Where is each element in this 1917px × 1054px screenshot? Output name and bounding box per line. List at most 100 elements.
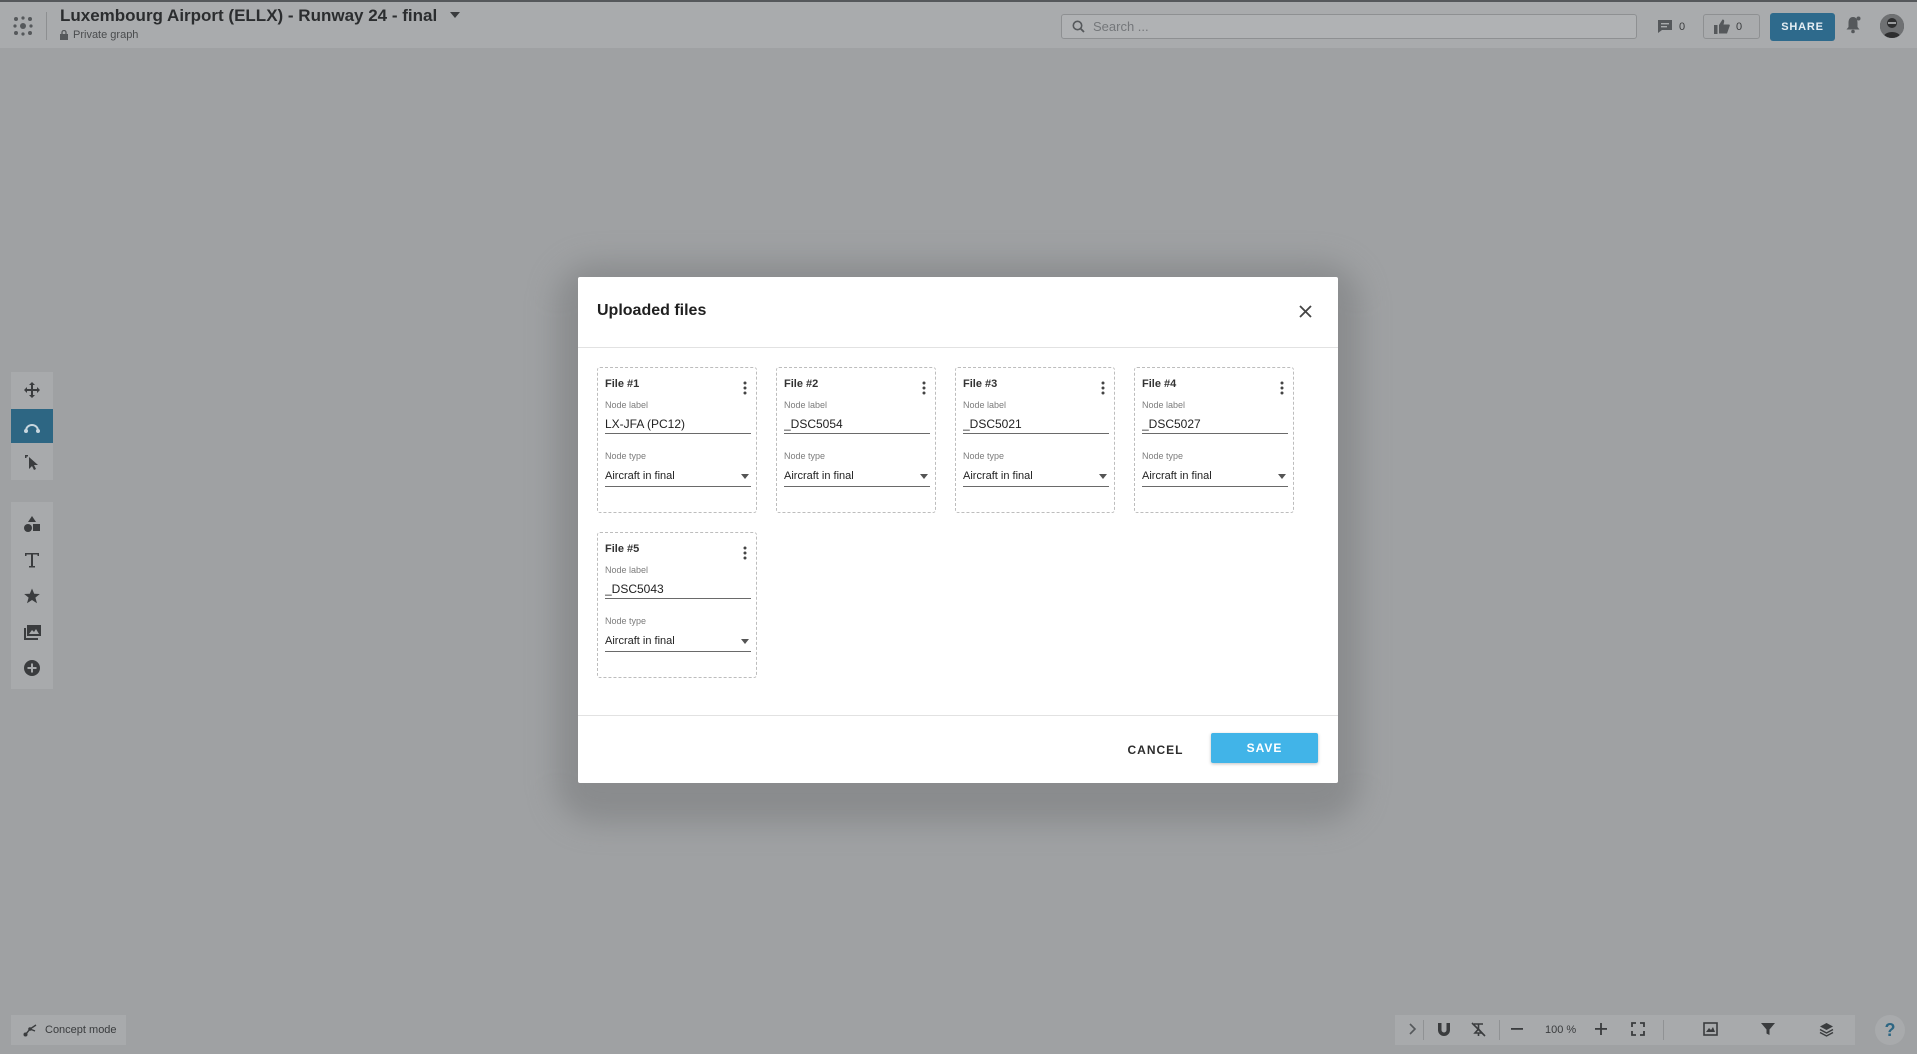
zoom-in-icon[interactable]	[1595, 1022, 1607, 1041]
node-type-select[interactable]: Aircraft in final	[605, 630, 751, 652]
app-menu-icon[interactable]	[12, 15, 34, 37]
likes-count: 0	[1736, 20, 1743, 33]
node-label-caption: Node label	[1142, 400, 1186, 410]
top-bar: Luxembourg Airport (ELLX) - Runway 24 - …	[0, 0, 1917, 48]
comments-count: 0	[1679, 20, 1686, 33]
node-label-input[interactable]	[605, 414, 751, 434]
file-card: File #3 Node label Node type Aircraft in…	[955, 367, 1115, 513]
file-title: File #4	[1142, 378, 1177, 390]
comments-counter[interactable]: 0	[1657, 14, 1685, 39]
chevron-right-icon[interactable]	[1407, 1022, 1417, 1041]
node-label-caption: Node label	[605, 400, 649, 410]
thumbs-up-icon	[1714, 19, 1730, 34]
more-vert-icon[interactable]	[740, 380, 750, 396]
more-vert-icon[interactable]	[1277, 380, 1287, 396]
node-type-value: Aircraft in final	[605, 469, 675, 482]
node-type-select[interactable]: Aircraft in final	[605, 465, 751, 487]
avatar[interactable]	[1880, 14, 1904, 38]
node-type-value: Aircraft in final	[963, 469, 1033, 482]
image-icon[interactable]	[11, 615, 53, 649]
comment-icon	[1658, 20, 1672, 33]
zoom-out-icon[interactable]	[1511, 1022, 1523, 1041]
connect-icon[interactable]	[11, 409, 53, 443]
file-title: File #5	[605, 543, 640, 555]
likes-counter[interactable]: 0	[1703, 14, 1760, 39]
modal-footer: CANCEL SAVE	[578, 715, 1338, 783]
file-title: File #3	[963, 378, 998, 390]
node-label-caption: Node label	[605, 565, 649, 575]
node-type-value: Aircraft in final	[605, 634, 675, 647]
concept-mode-label: Concept mode	[45, 1024, 117, 1036]
preview-image-icon[interactable]	[1703, 1022, 1718, 1041]
modal-title: Uploaded files	[597, 302, 707, 319]
privacy-status: Private graph	[60, 29, 138, 41]
node-label-input[interactable]	[605, 579, 751, 599]
divider	[1663, 1020, 1664, 1040]
share-button[interactable]: SHARE	[1770, 13, 1835, 41]
file-title: File #1	[605, 378, 640, 390]
save-button[interactable]: SAVE	[1211, 733, 1318, 763]
graph-title[interactable]: Luxembourg Airport (ELLX) - Runway 24 - …	[60, 6, 437, 25]
node-type-select[interactable]: Aircraft in final	[963, 465, 1109, 487]
layers-icon[interactable]	[1819, 1022, 1834, 1042]
cancel-button[interactable]: CANCEL	[1118, 735, 1193, 765]
move-icon[interactable]	[11, 373, 53, 407]
add-icon[interactable]	[11, 651, 53, 685]
node-type-caption: Node type	[1142, 451, 1184, 461]
concept-mode-button[interactable]: Concept mode	[11, 1015, 126, 1045]
more-vert-icon[interactable]	[740, 545, 750, 561]
dropdown-caret-icon	[741, 474, 749, 479]
dropdown-caret-icon	[1099, 474, 1107, 479]
graph-title-wrap[interactable]: Luxembourg Airport (ELLX) - Runway 24 - …	[60, 6, 460, 26]
node-type-caption: Node type	[963, 451, 1005, 461]
concept-mode-icon	[23, 1024, 37, 1037]
pin-off-icon[interactable]	[1471, 1022, 1486, 1042]
text-icon[interactable]	[11, 543, 53, 577]
privacy-label: Private graph	[73, 29, 139, 41]
node-label-caption: Node label	[784, 400, 828, 410]
divider	[46, 12, 47, 40]
shapes-icon[interactable]	[11, 507, 53, 541]
more-vert-icon[interactable]	[919, 380, 929, 396]
node-type-value: Aircraft in final	[1142, 469, 1212, 482]
file-card: File #5 Node label Node type Aircraft in…	[597, 532, 757, 678]
dropdown-caret-icon	[920, 474, 928, 479]
select-icon[interactable]	[11, 445, 53, 479]
file-title: File #2	[784, 378, 819, 390]
search-box[interactable]	[1061, 14, 1637, 39]
magnet-icon[interactable]	[1437, 1022, 1451, 1042]
divider	[1499, 1020, 1500, 1040]
node-label-input[interactable]	[784, 414, 930, 434]
search-icon	[1072, 20, 1085, 33]
node-type-caption: Node type	[605, 451, 647, 461]
close-icon[interactable]	[1295, 301, 1315, 321]
bell-icon[interactable]	[1845, 16, 1861, 39]
help-button[interactable]: ?	[1875, 1015, 1905, 1045]
file-card: File #2 Node label Node type Aircraft in…	[776, 367, 936, 513]
node-label-input[interactable]	[963, 414, 1109, 434]
node-type-caption: Node type	[784, 451, 826, 461]
dropdown-caret-icon	[1278, 474, 1286, 479]
tool-group-navigation	[11, 372, 53, 480]
bottom-toolbar: 100 %	[1395, 1015, 1855, 1045]
file-card: File #1 Node label Node type Aircraft in…	[597, 367, 757, 513]
divider	[1423, 1020, 1424, 1040]
uploaded-files-dialog: Uploaded files File #1 Node label Node t…	[578, 277, 1338, 783]
node-label-input[interactable]	[1142, 414, 1288, 434]
modal-header: Uploaded files	[578, 277, 1338, 348]
zoom-level: 100 %	[1545, 1024, 1577, 1036]
dropdown-caret-icon	[741, 639, 749, 644]
more-vert-icon[interactable]	[1098, 380, 1108, 396]
node-type-select[interactable]: Aircraft in final	[1142, 465, 1288, 487]
node-type-value: Aircraft in final	[784, 469, 854, 482]
chevron-down-icon[interactable]	[449, 12, 460, 18]
fit-screen-icon[interactable]	[1631, 1022, 1645, 1041]
star-icon[interactable]	[11, 579, 53, 613]
node-label-caption: Node label	[963, 400, 1007, 410]
node-type-select[interactable]: Aircraft in final	[784, 465, 930, 487]
file-card: File #4 Node label Node type Aircraft in…	[1134, 367, 1294, 513]
search-input[interactable]	[1093, 19, 1613, 34]
tool-group-create	[11, 502, 53, 689]
filter-icon[interactable]	[1761, 1022, 1775, 1041]
lock-icon	[60, 30, 68, 40]
